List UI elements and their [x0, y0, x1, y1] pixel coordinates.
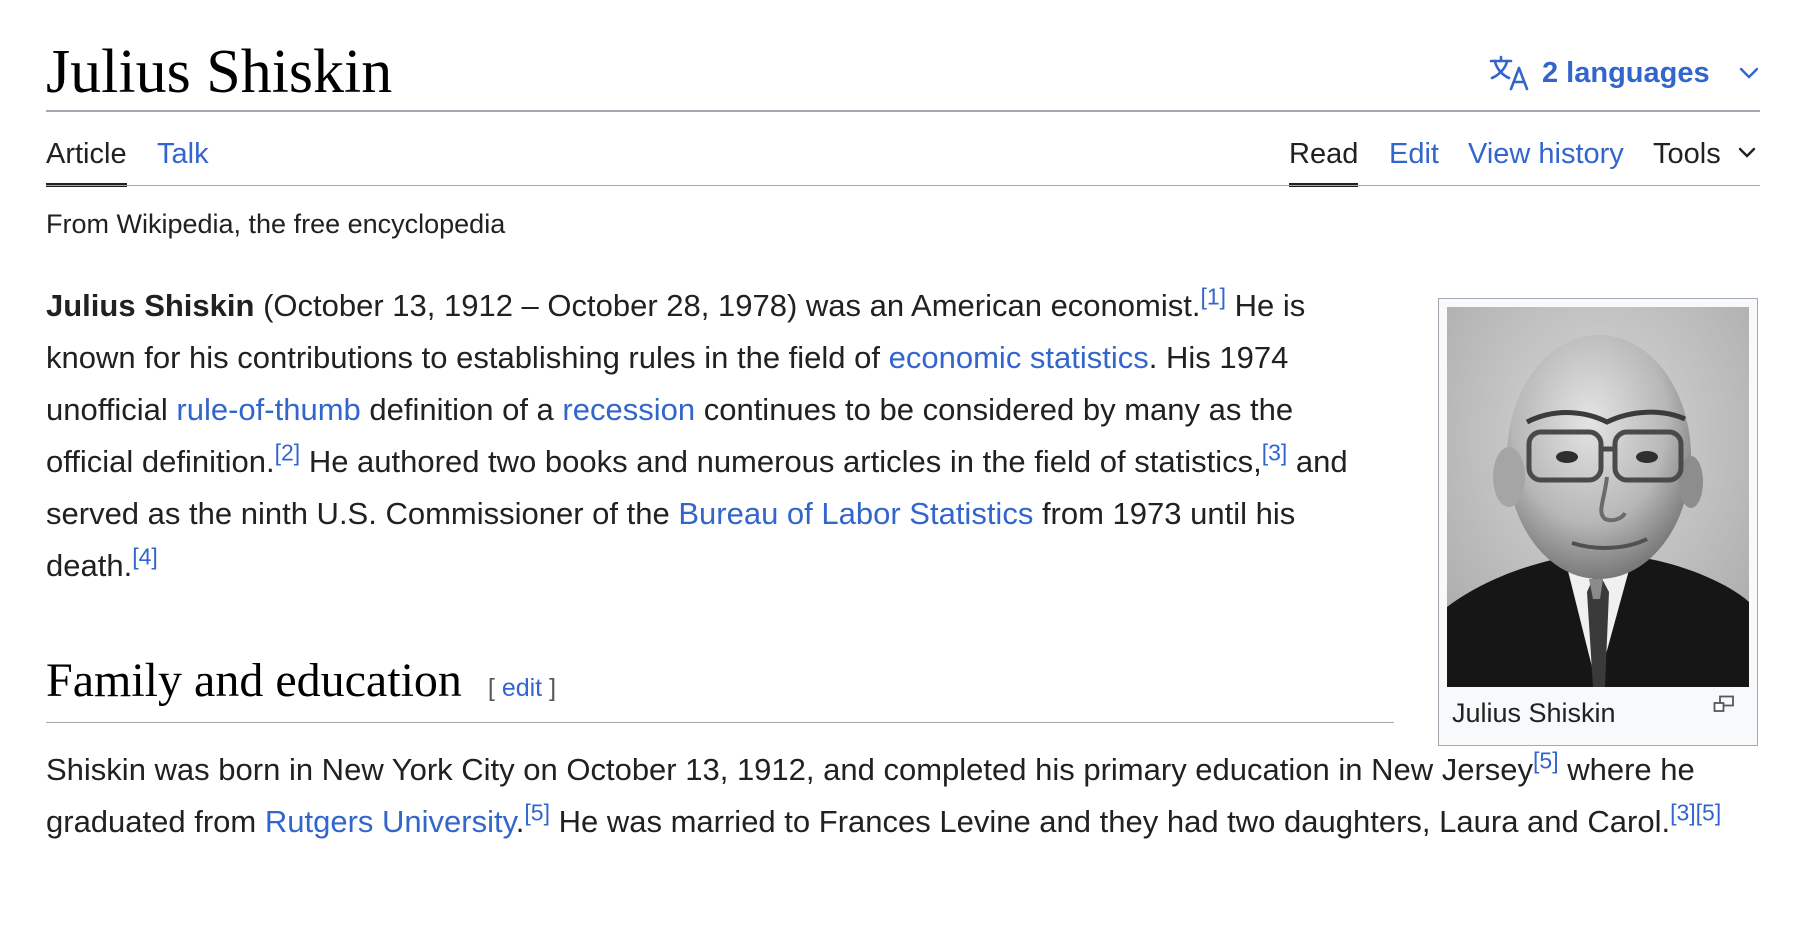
- intro-paragraph: Julius Shiskin (October 13, 1912 – Octob…: [46, 280, 1386, 592]
- citation-5[interactable]: [5]: [524, 800, 550, 826]
- link-rule-of-thumb[interactable]: rule-of-thumb: [176, 392, 360, 427]
- family-paragraph: Shiskin was born in New York City on Oct…: [46, 744, 1766, 848]
- languages-button[interactable]: 2 languages: [1488, 50, 1760, 96]
- citation-3[interactable]: [3]: [1670, 800, 1696, 826]
- languages-label: 2 languages: [1542, 56, 1710, 89]
- section-divider: [46, 722, 1394, 723]
- tab-article[interactable]: Article: [46, 134, 127, 187]
- section-title: Family and education: [46, 654, 462, 707]
- family-text: He was married to Frances Levine and the…: [550, 804, 1671, 839]
- tab-read[interactable]: Read: [1289, 134, 1359, 187]
- citation-5[interactable]: [5]: [1533, 748, 1559, 774]
- section-heading-family: Family and education [ edit ]: [46, 648, 556, 718]
- citation-1[interactable]: [1]: [1200, 284, 1226, 310]
- intro-text: (October 13, 1912 – October 28, 1978) wa…: [254, 288, 1201, 323]
- citation-2[interactable]: [2]: [275, 440, 301, 466]
- link-economic-statistics[interactable]: economic statistics: [889, 340, 1149, 375]
- translate-icon: [1489, 55, 1529, 91]
- citation-5[interactable]: [5]: [1696, 800, 1722, 826]
- citation-4[interactable]: [4]: [132, 544, 158, 570]
- bracket-open: [: [487, 674, 502, 702]
- infobox-caption: Julius Shiskin: [1452, 698, 1616, 728]
- site-tagline: From Wikipedia, the free encyclopedia: [46, 209, 506, 239]
- link-rutgers-university[interactable]: Rutgers University: [265, 804, 516, 839]
- chevron-down-icon: [1739, 67, 1758, 79]
- tab-talk[interactable]: Talk: [157, 134, 209, 174]
- tab-view-history[interactable]: View history: [1468, 134, 1624, 174]
- link-recession[interactable]: recession: [562, 392, 695, 427]
- intro-text: definition of a: [360, 392, 563, 427]
- family-text: Shiskin was born in New York City on Oct…: [46, 752, 1534, 787]
- chevron-down-icon[interactable]: [1737, 146, 1757, 159]
- edit-section-link[interactable]: edit: [502, 674, 542, 702]
- subject-name: Julius Shiskin: [46, 288, 255, 323]
- enlarge-icon[interactable]: [1713, 695, 1735, 713]
- section-edit: [ edit ]: [488, 674, 556, 703]
- bracket-close: ]: [542, 674, 557, 702]
- page-title: Julius Shiskin: [46, 38, 393, 106]
- citation-3[interactable]: [3]: [1262, 440, 1288, 466]
- tools-menu[interactable]: Tools: [1653, 134, 1721, 174]
- portrait-image[interactable]: [1447, 307, 1749, 687]
- tab-edit[interactable]: Edit: [1389, 134, 1439, 174]
- title-divider: [46, 110, 1760, 112]
- infobox: Julius Shiskin: [1438, 298, 1758, 746]
- link-bureau-of-labor-statistics[interactable]: Bureau of Labor Statistics: [678, 496, 1033, 531]
- intro-text: He authored two books and numerous artic…: [300, 444, 1262, 479]
- tabs-divider: [46, 185, 1760, 186]
